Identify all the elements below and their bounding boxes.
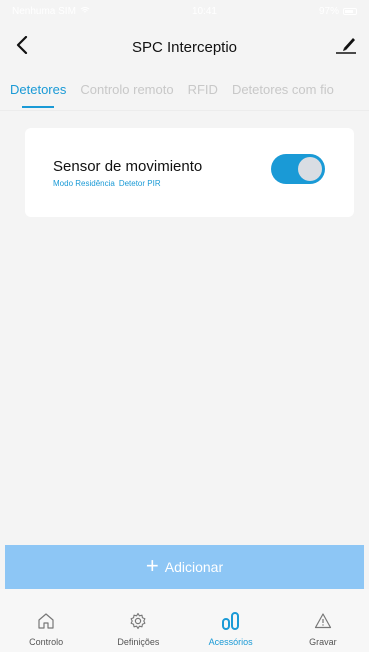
carrier-text: Nenhuma SIM [12, 5, 76, 17]
device-type-tag: Detetor PIR [118, 179, 161, 188]
nav-label-definicoes: Definições [117, 637, 160, 647]
warning-icon [313, 611, 333, 631]
tab-detetores-com-fio[interactable]: Detetores com fio [232, 72, 334, 97]
settings-icon [128, 611, 148, 631]
page-title: SPC Interceptio [131, 38, 238, 56]
add-button[interactable]: + Adicionar [5, 545, 364, 589]
nav-label-gravar: Gravar [309, 637, 337, 647]
battery-icon [343, 7, 357, 15]
device-card[interactable]: Sensor de movimiento Modo Residência Det… [25, 128, 354, 217]
nav-label-acessorios: Acessórios [208, 637, 253, 647]
accessories-icon [221, 611, 241, 631]
nav-item-definicoes[interactable]: Definições [92, 589, 184, 652]
status-right: 97% [319, 6, 357, 17]
device-name: Sensor de movimiento [53, 158, 203, 175]
chevron-left-icon [16, 35, 28, 59]
status-time: 10:41 [191, 5, 217, 17]
battery-percent: 97% [318, 5, 339, 17]
tab-divider [0, 110, 369, 111]
home-icon [36, 611, 56, 631]
tab-detetores[interactable]: Detetores [10, 72, 66, 108]
edit-button[interactable] [333, 34, 359, 60]
tab-controlo-remoto[interactable]: Controlo remoto [80, 72, 173, 97]
device-tags: Modo Residência Detetor PIR [53, 179, 161, 188]
nav-label-controlo: Controlo [29, 637, 64, 647]
device-mode-tag: Modo Residência [53, 179, 115, 188]
tab-rfid[interactable]: RFID [188, 72, 218, 97]
back-button[interactable] [10, 34, 34, 60]
wifi-icon [80, 6, 90, 17]
status-bar: Nenhuma SIM 10:41 97% [0, 0, 369, 22]
status-left: Nenhuma SIM [12, 6, 90, 17]
nav-item-acessorios[interactable]: Acessórios [185, 589, 277, 652]
add-button-label: Adicionar [164, 559, 224, 575]
device-enabled-toggle[interactable] [271, 154, 325, 184]
nav-item-controlo[interactable]: Controlo [0, 589, 92, 652]
plus-icon: + [145, 553, 159, 578]
edit-pencil-icon [335, 35, 357, 60]
nav-bar: SPC Interceptio [0, 22, 369, 72]
tab-bar: Detetores Controlo remoto RFID Detetores… [0, 72, 369, 110]
nav-item-gravar[interactable]: Gravar [277, 589, 369, 652]
bottom-nav: Controlo Definições Acessórios Gravar [0, 589, 369, 652]
toggle-knob [298, 157, 322, 181]
